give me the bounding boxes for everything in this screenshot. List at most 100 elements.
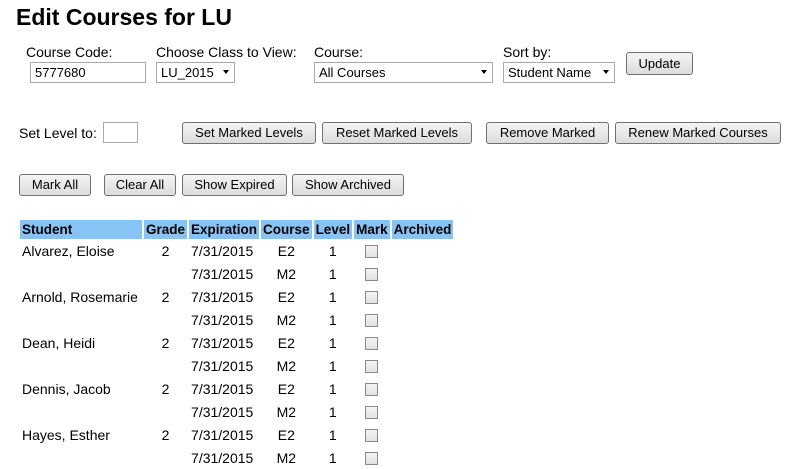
mark-cell (354, 446, 390, 469)
sort-select[interactable]: Student Name (503, 62, 615, 83)
level-cell: 1 (328, 449, 337, 466)
grade-cell (144, 262, 187, 285)
mark-cell (354, 377, 390, 400)
grade-cell (144, 354, 187, 377)
mark-checkbox[interactable] (365, 245, 379, 259)
set-level-input[interactable] (103, 122, 138, 143)
reset-marked-levels-button[interactable]: Reset Marked Levels (322, 122, 472, 144)
update-button[interactable]: Update (626, 52, 693, 75)
mark-cell (354, 354, 390, 377)
table-row: Hayes, Esther 2 7/31/2015 E2 1 (20, 423, 453, 446)
column-header-level: Level (313, 220, 353, 239)
grade-cell: 2 (161, 334, 170, 351)
chevron-down-icon (223, 70, 229, 74)
archived-cell (392, 446, 454, 469)
expiration-cell: 7/31/2015 (191, 265, 254, 282)
remove-marked-button[interactable]: Remove Marked (486, 122, 609, 144)
student-cell: Arnold, Rosemarie (22, 288, 138, 305)
student-cell (20, 262, 142, 285)
level-cell: 1 (328, 357, 337, 374)
course-select[interactable]: All Courses (314, 62, 493, 83)
grade-cell (144, 400, 187, 423)
mark-checkbox[interactable] (365, 291, 379, 305)
student-cell (20, 308, 142, 331)
level-cell: 1 (328, 311, 337, 328)
mark-checkbox[interactable] (365, 406, 379, 420)
grade-cell (144, 308, 187, 331)
mark-cell (354, 262, 390, 285)
expiration-cell: 7/31/2015 (191, 449, 254, 466)
class-select[interactable]: LU_2015 (156, 62, 235, 83)
student-cell: Dean, Heidi (22, 334, 96, 351)
expiration-cell: 7/31/2015 (191, 242, 254, 259)
student-cell (20, 400, 142, 423)
mark-cell (354, 400, 390, 423)
archived-cell (392, 308, 454, 331)
grade-cell (144, 446, 187, 469)
student-cell: Alvarez, Eloise (22, 242, 115, 259)
grade-cell: 2 (161, 426, 170, 443)
archived-cell (392, 423, 454, 446)
student-cell (20, 446, 142, 469)
table-row: 7/31/2015 M2 1 (20, 262, 453, 285)
level-cell: 1 (328, 380, 337, 397)
mark-checkbox[interactable] (365, 268, 379, 282)
table-row: Alvarez, Eloise 2 7/31/2015 E2 1 (20, 239, 453, 262)
archived-cell (392, 331, 454, 354)
mark-cell (354, 285, 390, 308)
student-cell: Hayes, Esther (22, 426, 110, 443)
course-cell: M2 (276, 311, 297, 328)
mark-checkbox[interactable] (365, 429, 379, 443)
course-cell: E2 (277, 288, 295, 305)
class-select-value: LU_2015 (161, 65, 214, 80)
course-select-value: All Courses (319, 65, 386, 80)
course-cell: M2 (276, 449, 297, 466)
mark-checkbox[interactable] (365, 337, 379, 351)
mark-cell (354, 308, 390, 331)
set-level-label: Set Level to: (19, 125, 97, 141)
course-cell: M2 (276, 265, 297, 282)
archived-cell (392, 354, 454, 377)
archived-cell (392, 285, 454, 308)
mark-all-button[interactable]: Mark All (19, 174, 91, 196)
expiration-cell: 7/31/2015 (191, 380, 254, 397)
level-cell: 1 (328, 288, 337, 305)
sort-select-value: Student Name (508, 65, 592, 80)
level-cell: 1 (328, 403, 337, 420)
expiration-cell: 7/31/2015 (191, 426, 254, 443)
chevron-down-icon (603, 70, 609, 74)
table-header-row: Student Grade Expiration Course Level Ma… (20, 220, 454, 239)
class-label: Choose Class to View: (156, 44, 297, 60)
column-header-grade: Grade (144, 220, 188, 239)
course-cell: E2 (277, 242, 295, 259)
expiration-cell: 7/31/2015 (191, 334, 254, 351)
set-marked-levels-button[interactable]: Set Marked Levels (182, 122, 316, 144)
table-row: 7/31/2015 M2 1 (20, 354, 453, 377)
course-label: Course: (314, 44, 364, 60)
table-row: 7/31/2015 M2 1 (20, 446, 453, 469)
level-cell: 1 (328, 426, 337, 443)
mark-checkbox[interactable] (365, 360, 379, 374)
course-cell: E2 (277, 334, 295, 351)
course-cell: M2 (276, 403, 297, 420)
course-cell: M2 (276, 357, 297, 374)
level-cell: 1 (328, 334, 337, 351)
table-row: 7/31/2015 M2 1 (20, 308, 453, 331)
mark-checkbox[interactable] (365, 383, 379, 397)
clear-all-button[interactable]: Clear All (104, 174, 176, 196)
show-archived-button[interactable]: Show Archived (292, 174, 404, 196)
archived-cell (392, 400, 454, 423)
renew-marked-courses-button[interactable]: Renew Marked Courses (615, 122, 781, 144)
mark-cell (354, 331, 390, 354)
show-expired-button[interactable]: Show Expired (182, 174, 287, 196)
mark-cell (354, 239, 390, 262)
mark-checkbox[interactable] (365, 452, 379, 466)
course-code-label: Course Code: (26, 44, 113, 60)
course-cell: E2 (277, 426, 295, 443)
mark-checkbox[interactable] (365, 314, 379, 328)
course-code-input[interactable]: 5777680 (30, 62, 146, 83)
expiration-cell: 7/31/2015 (191, 403, 254, 420)
column-header-student: Student (20, 220, 142, 239)
chevron-down-icon (481, 70, 487, 74)
level-cell: 1 (328, 265, 337, 282)
